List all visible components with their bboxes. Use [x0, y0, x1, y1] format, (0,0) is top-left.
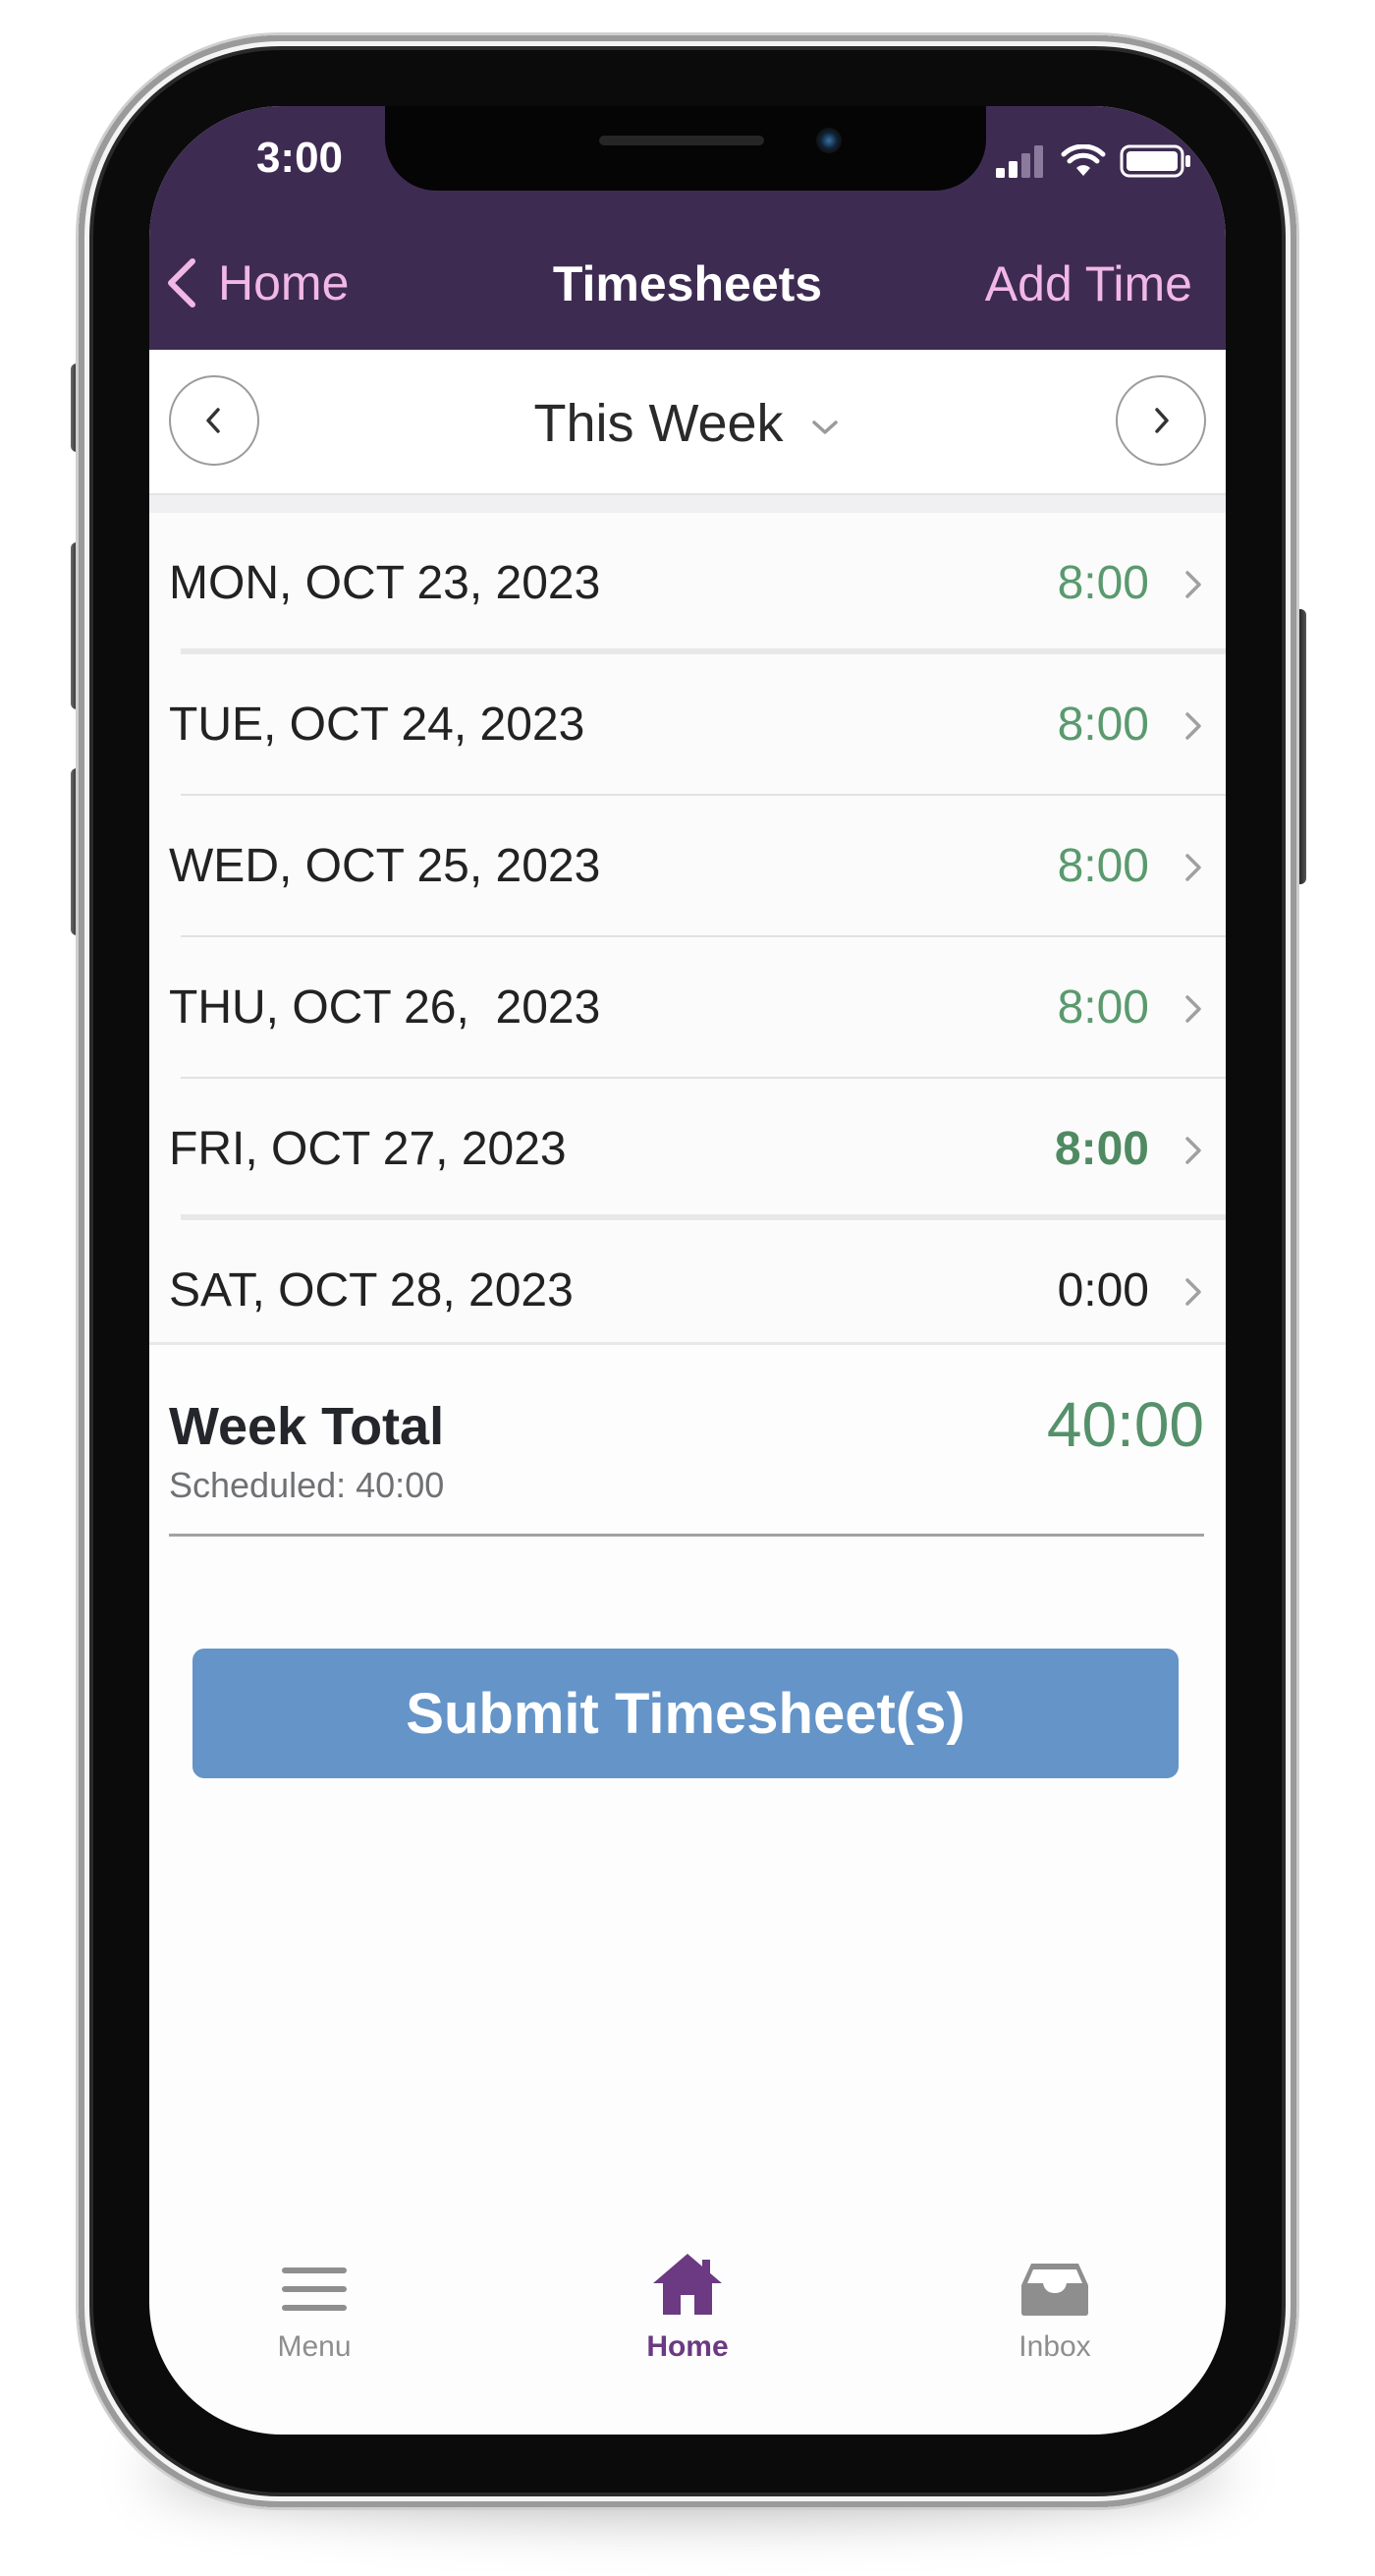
- day-date: TUE, OCT 24, 2023: [169, 699, 585, 751]
- day-date: SAT, OCT 28, 2023: [169, 1264, 574, 1316]
- day-date: FRI, OCT 27, 2023: [169, 1123, 567, 1175]
- day-hours: 8:00: [1054, 1123, 1149, 1175]
- week-label: This Week: [533, 394, 784, 453]
- day-date: WED, OCT 25, 2023: [169, 840, 601, 892]
- menu-icon: [282, 2268, 347, 2311]
- chevron-left-icon: [168, 258, 195, 308]
- wifi-icon: [1061, 144, 1106, 176]
- home-icon: [653, 2254, 722, 2315]
- week-selector-bar: This Week: [149, 350, 1226, 495]
- phone-screen: 3:00 Home Timesheets Add Time This Week …: [149, 106, 1226, 2435]
- week-total-value: 40:00: [1046, 1389, 1204, 1460]
- week-dropdown[interactable]: This Week: [149, 393, 1226, 454]
- chevron-right-icon: [1185, 1137, 1201, 1164]
- chevron-right-icon: [1185, 1278, 1201, 1306]
- week-total-label: Week Total: [169, 1397, 445, 1456]
- scheduled-hours: Scheduled: 40:00: [169, 1465, 445, 1505]
- day-hours: 8:00: [1057, 557, 1149, 609]
- back-label: Home: [218, 255, 350, 310]
- tab-label: Home: [646, 2330, 729, 2363]
- cellular-signal-icon: [996, 145, 1043, 178]
- speaker-grille: [599, 136, 764, 145]
- chevron-right-icon: [1185, 995, 1201, 1023]
- day-hours: 8:00: [1057, 840, 1149, 892]
- day-date: THU, OCT 26, 2023: [169, 981, 601, 1034]
- chevron-down-icon: [811, 420, 838, 434]
- tab-home[interactable]: Home: [570, 2238, 805, 2364]
- tab-bar: Menu Home Inbox: [149, 2238, 1226, 2435]
- day-row-wed[interactable]: WED, OCT 25, 2023 8:00: [149, 796, 1226, 937]
- chevron-right-icon: [1155, 408, 1169, 433]
- battery-icon: [1120, 144, 1190, 178]
- device-notch: [385, 106, 986, 191]
- day-row-fri[interactable]: FRI, OCT 27, 2023 8:00: [149, 1079, 1226, 1220]
- day-hours: 0:00: [1057, 1264, 1149, 1316]
- add-time-button[interactable]: Add Time: [985, 255, 1192, 312]
- status-time: 3:00: [255, 134, 344, 182]
- section-gap: [149, 495, 1226, 513]
- back-button[interactable]: Home: [159, 253, 349, 312]
- submit-timesheets-button[interactable]: Submit Timesheet(s): [192, 1649, 1179, 1778]
- front-camera: [816, 128, 842, 153]
- day-row-tue[interactable]: TUE, OCT 24, 2023 8:00: [149, 654, 1226, 796]
- day-list: MON, OCT 23, 2023 8:00 TUE, OCT 24, 2023…: [149, 513, 1226, 1362]
- inbox-icon: [1021, 2264, 1088, 2316]
- total-divider: [169, 1534, 1204, 1537]
- day-date: MON, OCT 23, 2023: [169, 557, 601, 609]
- day-row-sat[interactable]: SAT, OCT 28, 2023 0:00: [149, 1220, 1226, 1362]
- tab-inbox[interactable]: Inbox: [937, 2238, 1173, 2364]
- day-row-mon[interactable]: MON, OCT 23, 2023 8:00: [149, 513, 1226, 654]
- chevron-right-icon: [1185, 571, 1201, 598]
- tab-menu[interactable]: Menu: [196, 2238, 432, 2364]
- tab-label: Inbox: [1018, 2330, 1091, 2363]
- status-icons: [996, 141, 1192, 181]
- day-hours: 8:00: [1057, 981, 1149, 1034]
- day-hours: 8:00: [1057, 699, 1149, 751]
- day-row-thu[interactable]: THU, OCT 26, 2023 8:00: [149, 937, 1226, 1079]
- next-week-button[interactable]: [1116, 375, 1206, 466]
- chevron-right-icon: [1185, 854, 1201, 881]
- tab-label: Menu: [277, 2330, 352, 2363]
- chevron-right-icon: [1185, 712, 1201, 740]
- week-total-section: Week Total Scheduled: 40:00 40:00: [149, 1342, 1226, 1541]
